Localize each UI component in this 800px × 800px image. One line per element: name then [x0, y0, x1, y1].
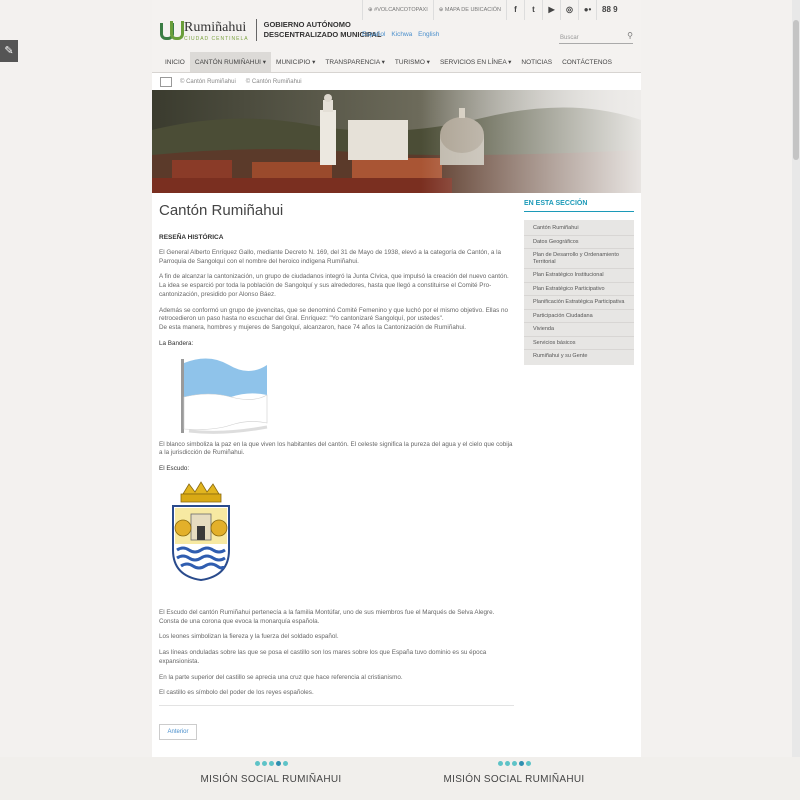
- lang-english[interactable]: English: [418, 31, 439, 38]
- facebook-icon[interactable]: f: [507, 0, 526, 20]
- flag-heading: La Bandera:: [159, 339, 194, 347]
- nav-transparencia[interactable]: TRANSPARENCIA ▾: [320, 52, 390, 72]
- town-panorama-illustration: [152, 90, 641, 193]
- lang-espanol[interactable]: Español: [362, 31, 386, 38]
- scrollbar-thumb[interactable]: [793, 20, 799, 160]
- nav-inicio[interactable]: INICIO: [160, 52, 190, 72]
- nav-servicios-en-linea[interactable]: SERVICIOS EN LÍNEA ▾: [435, 52, 516, 72]
- flag-image: [169, 353, 269, 435]
- logo-mark-icon: [160, 21, 184, 40]
- visitor-counter: 88 9: [602, 5, 618, 14]
- footer-block-left[interactable]: MISIÓN SOCIAL RUMIÑAHUI: [171, 761, 371, 785]
- nav-turismo[interactable]: TURISMO ▾: [390, 52, 435, 72]
- section-heading: RESEÑA HISTÓRICA: [159, 234, 224, 241]
- history-paragraph-3b: De esta manera, hombres y mujeres de San…: [159, 323, 466, 331]
- site-footer: MISIÓN SOCIAL RUMIÑAHUI MISIÓN SOCIAL RU…: [0, 757, 800, 800]
- scrollbar[interactable]: [792, 0, 800, 800]
- shield-paragraph-2: Los leones simbolizan la fiereza y la fu…: [159, 633, 339, 641]
- history-paragraph-1: El General Alberto Enríquez Gallo, media…: [159, 249, 501, 265]
- nav-municipio[interactable]: MUNICIPIO ▾: [271, 52, 320, 72]
- logo-subtitle: CIUDAD CENTINELA: [184, 36, 249, 42]
- footer-title-right: MISIÓN SOCIAL RUMIÑAHUI: [443, 774, 585, 785]
- sidebar-item-canton[interactable]: Cantón Rumiñahui: [524, 222, 634, 236]
- shield-paragraph-5: El castillo es símbolo del poder de los …: [159, 689, 314, 697]
- history-paragraph-2: A fin de alcanzar la cantonización, un g…: [159, 273, 509, 298]
- lang-kichwa[interactable]: Kichwa: [391, 31, 412, 38]
- twitter-icon[interactable]: t: [525, 0, 544, 20]
- sidebar-item-plan-desarrollo[interactable]: Plan de Desarrollo y Ordenamiento Territ…: [524, 249, 634, 269]
- sidebar-item-vivienda[interactable]: Vivienda: [524, 323, 634, 337]
- footer-dots-icon: [171, 761, 371, 766]
- site-header: Rumiñahui CIUDAD CENTINELA GOBIERNO AUTÓ…: [152, 0, 641, 52]
- main-navigation: INICIO CANTÓN RUMIÑAHUI ▾ MUNICIPIO ▾ TR…: [152, 52, 641, 73]
- nav-noticias[interactable]: NOTICIAS: [516, 52, 557, 72]
- breadcrumb-item-1[interactable]: © Cantón Rumiñahui: [180, 79, 236, 85]
- accessibility-tab[interactable]: ✎: [0, 40, 18, 62]
- nav-contactenos[interactable]: CONTÁCTENOS: [557, 52, 617, 72]
- search-input[interactable]: Buscar ⚲: [559, 31, 633, 44]
- sidebar-menu: Cantón Rumiñahui Datos Geográficos Plan …: [524, 220, 634, 365]
- shield-paragraph-3: Las líneas onduladas sobre las que se po…: [159, 649, 487, 665]
- footer-block-right[interactable]: MISIÓN SOCIAL RUMIÑAHUI: [414, 761, 614, 785]
- sidebar-item-plan-participativo[interactable]: Plan Estratégico Participativo: [524, 283, 634, 296]
- youtube-icon[interactable]: ▶: [543, 0, 562, 20]
- home-icon[interactable]: [160, 77, 172, 87]
- main-content: Cantón Rumiñahui RESEÑA HISTÓRICA El Gen…: [159, 202, 514, 706]
- sidebar-item-planificacion[interactable]: Planificación Estratégica Participativa: [524, 296, 634, 310]
- nav-canton-ruminahui[interactable]: CANTÓN RUMIÑAHUI ▾: [189, 52, 272, 72]
- sidebar-item-datos-geograficos[interactable]: Datos Geográficos: [524, 236, 634, 249]
- volcan-cotopaxi-link[interactable]: ⊕ #VOLCANCOTOPAXI: [363, 0, 434, 20]
- search-icon[interactable]: ⚲: [627, 31, 633, 40]
- breadcrumb: © Cantón Rumiñahui © Cantón Rumiñahui: [152, 74, 641, 90]
- search-placeholder: Buscar: [560, 35, 579, 41]
- footer-dots-icon: [414, 761, 614, 766]
- sidebar-item-gente[interactable]: Rumiñahui y su Gente: [524, 350, 634, 363]
- canton-flag-illustration: [181, 358, 268, 434]
- history-paragraph-3a: Además se conformó un grupo de jovencita…: [159, 306, 508, 323]
- gov-line-1: GOBIERNO AUTÓNOMO: [263, 20, 351, 29]
- site-logo[interactable]: Rumiñahui CIUDAD CENTINELA GOBIERNO AUTÓ…: [160, 18, 381, 42]
- instagram-icon[interactable]: ◎: [561, 0, 580, 20]
- logo-name: Rumiñahui: [184, 20, 247, 35]
- page-title: Cantón Rumiñahui: [159, 202, 284, 219]
- sidebar-title: EN ESTA SECCIÓN: [524, 200, 634, 212]
- map-link-label: MAPA DE UBICACIÓN: [444, 7, 502, 13]
- footer-title-left: MISIÓN SOCIAL RUMIÑAHUI: [200, 774, 342, 785]
- flag-description: El blanco simboliza la paz en la que viv…: [159, 440, 513, 457]
- shield-paragraph-4: En la parte superior del castillo se apr…: [159, 673, 403, 681]
- volcan-link-label: #VOLCANCOTOPAXI: [374, 7, 428, 13]
- previous-button[interactable]: Anterior: [159, 724, 197, 740]
- top-utility-bar: ⊕ #VOLCANCOTOPAXI ⊕ MAPA DE UBICACIÓN f …: [362, 0, 641, 20]
- hero-banner-image: [152, 90, 641, 193]
- flickr-icon[interactable]: ●•: [579, 0, 598, 20]
- section-sidebar: EN ESTA SECCIÓN Cantón Rumiñahui Datos G…: [524, 200, 634, 365]
- sidebar-item-participacion[interactable]: Participación Ciudadana: [524, 310, 634, 323]
- language-selector: Español Kichwa English: [362, 31, 443, 38]
- sidebar-item-plan-institucional[interactable]: Plan Estratégico Institucional: [524, 269, 634, 283]
- shield-heading: El Escudo:: [159, 465, 190, 473]
- logo-divider: [255, 19, 257, 41]
- coat-of-arms-illustration: [172, 481, 230, 582]
- map-location-link[interactable]: ⊕ MAPA DE UBICACIÓN: [434, 0, 508, 20]
- breadcrumb-item-2: © Cantón Rumiñahui: [245, 79, 302, 85]
- coat-of-arms-image: [165, 480, 237, 585]
- history-paragraph-3: Además se conformó un grupo de jovencita…: [159, 307, 514, 333]
- content-divider: [159, 704, 514, 706]
- sidebar-item-servicios[interactable]: Servicios básicos: [524, 337, 634, 350]
- shield-paragraph-1: El Escudo del cantón Rumiñahui pertenecí…: [159, 609, 495, 625]
